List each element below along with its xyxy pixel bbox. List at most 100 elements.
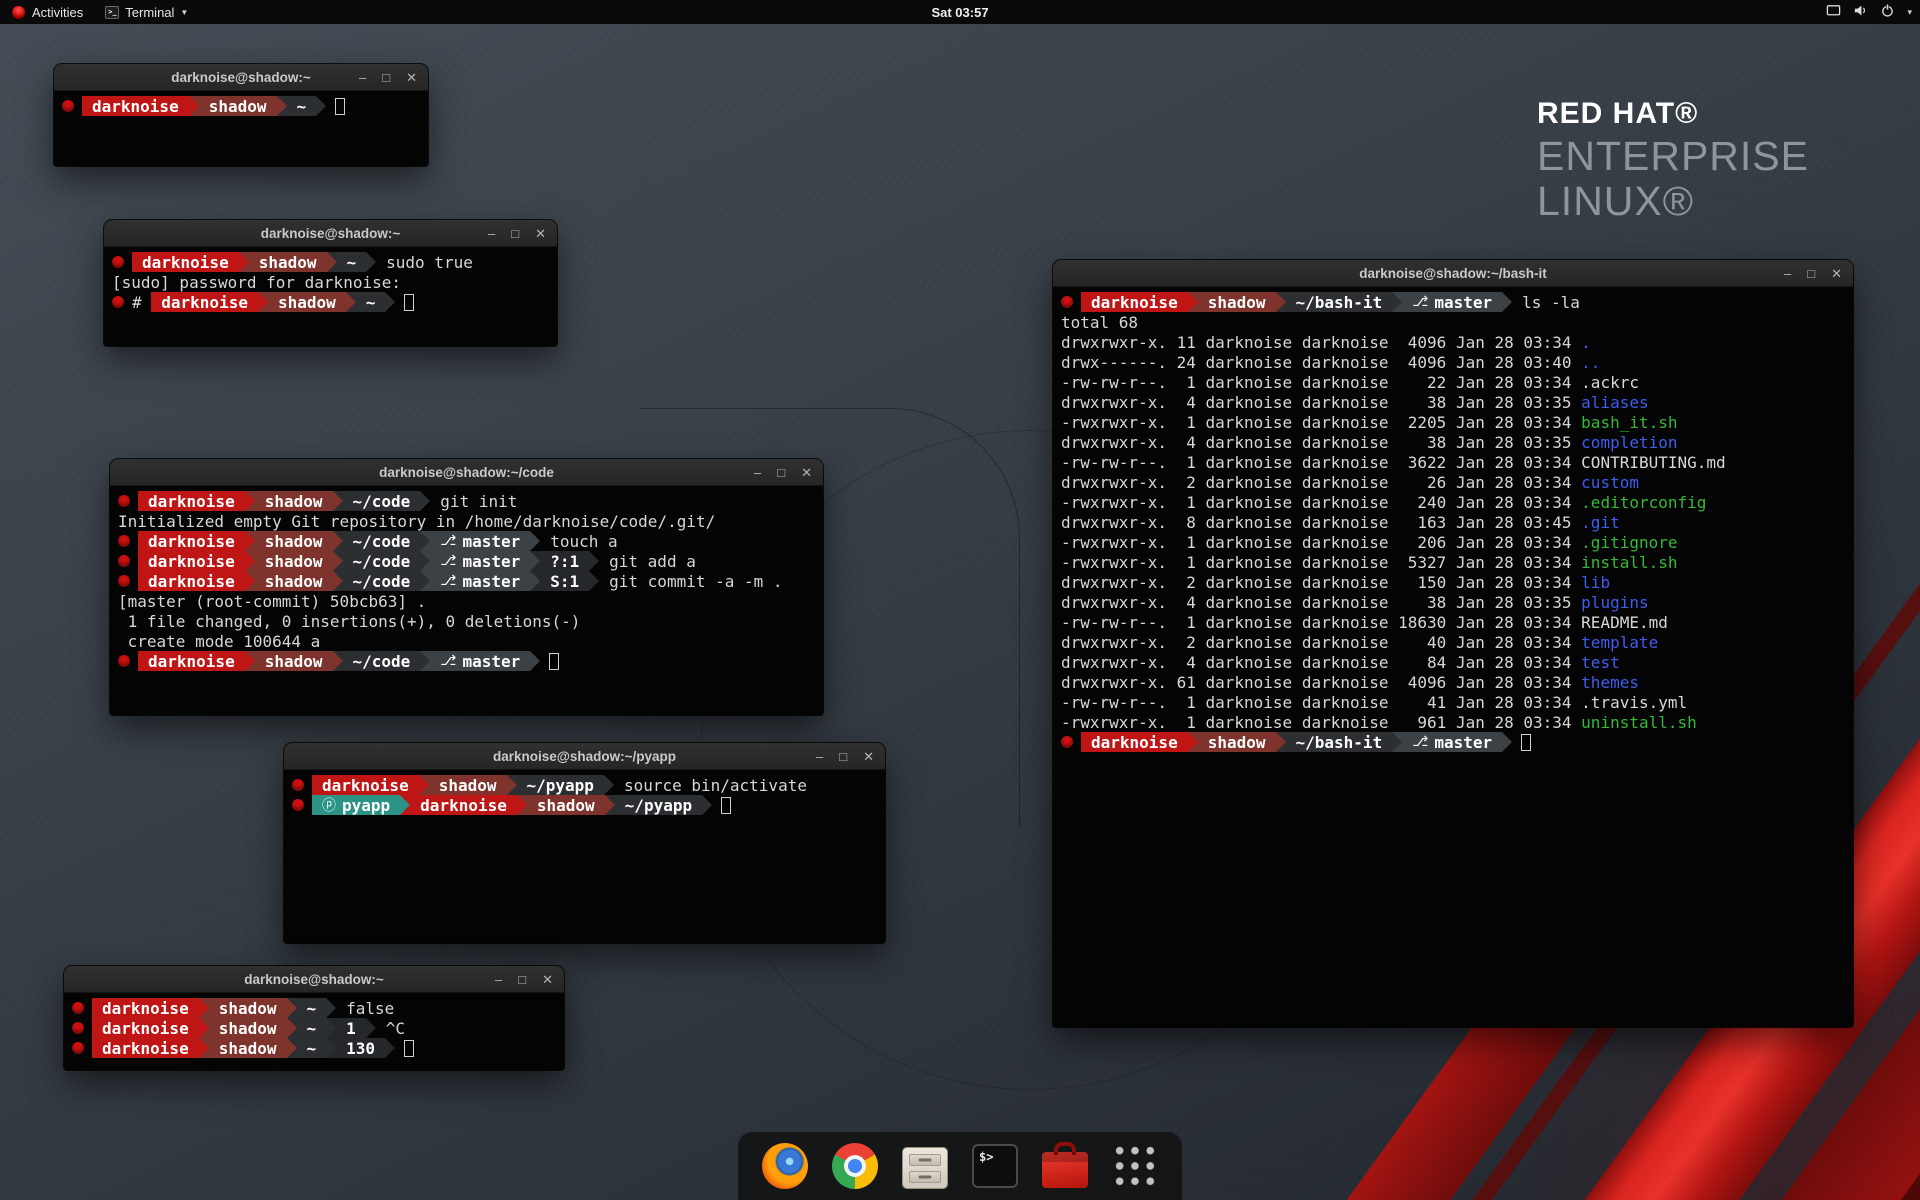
git-branch-icon: ⎇: [440, 533, 456, 549]
close-button[interactable]: ✕: [863, 750, 874, 763]
terminal-content[interactable]: darknoiseshadow~/codegit initInitialized…: [110, 486, 823, 676]
terminal-content[interactable]: darknoiseshadow~falsedarknoiseshadow~1^C…: [64, 993, 564, 1063]
maximize-button[interactable]: □: [1807, 267, 1815, 280]
powerline-arrow: [326, 1038, 336, 1058]
terminal-content[interactable]: darknoiseshadow~sudo true[sudo] password…: [104, 247, 557, 317]
terminal-window-bash-it[interactable]: darknoise@shadow:~/bash-it – □ ✕ darknoi…: [1053, 260, 1853, 1027]
prompt-segment: S:1: [540, 571, 589, 591]
prompt-segment: darknoise: [138, 491, 245, 511]
terminal-text: .: [1581, 332, 1591, 352]
window-titlebar[interactable]: darknoise@shadow:~/pyapp – □ ✕: [284, 743, 885, 770]
prompt-segment: shadow: [527, 795, 605, 815]
maximize-button[interactable]: □: [518, 973, 526, 986]
powerline-arrow: [420, 571, 430, 591]
terminal-icon-glyph: $>: [979, 1150, 993, 1164]
prompt-segment: shadow: [249, 252, 327, 272]
powerline-arrow: [1276, 732, 1286, 752]
prompt-redhat-icon: [118, 495, 130, 507]
maximize-button[interactable]: □: [777, 466, 785, 479]
prompt-segment: ~/bash-it: [1286, 292, 1393, 312]
close-button[interactable]: ✕: [406, 71, 417, 84]
maximize-button[interactable]: □: [511, 227, 519, 240]
activities-button[interactable]: Activities: [0, 0, 95, 24]
close-button[interactable]: ✕: [1831, 267, 1842, 280]
powerline-arrow: [346, 292, 356, 312]
terminal-line: darknoiseshadow~/code⎇master: [118, 651, 815, 671]
minimize-button[interactable]: –: [359, 71, 366, 84]
prompt-redhat-icon: [118, 655, 130, 667]
terminal-content[interactable]: darknoiseshadow~: [54, 91, 428, 121]
system-status-area[interactable]: ▾: [1826, 3, 1912, 21]
prompt-segment: shadow: [209, 998, 287, 1018]
close-button[interactable]: ✕: [542, 973, 553, 986]
toolbox-icon[interactable]: [1042, 1152, 1088, 1188]
terminal-text: [master (root-commit) 50bcb63] .: [118, 591, 426, 611]
app-menu-terminal[interactable]: >_ Terminal ▼: [95, 0, 198, 24]
terminal-line: darknoiseshadow~/code⎇mastertouch a: [118, 531, 815, 551]
terminal-text: .git: [1581, 512, 1620, 532]
chrome-icon[interactable]: [832, 1143, 878, 1189]
terminal-line: -rwxrwxr-x. 1 darknoise darknoise 206 Ja…: [1061, 532, 1845, 552]
minimize-button[interactable]: –: [488, 227, 495, 240]
terminal-line: [master (root-commit) 50bcb63] .: [118, 591, 815, 611]
window-titlebar[interactable]: darknoise@shadow:~ – □ ✕: [54, 64, 428, 91]
powerline-arrow: [420, 651, 430, 671]
terminal-window-code[interactable]: darknoise@shadow:~/code – □ ✕ darknoises…: [110, 459, 823, 715]
powerline-arrow: [326, 1018, 336, 1038]
powerline-arrow: [1502, 732, 1512, 752]
prompt-segment: shadow: [199, 96, 277, 116]
terminal-text: [sudo] password for darknoise:: [112, 272, 401, 292]
terminal-content[interactable]: darknoiseshadow~/bash-it⎇masterls -latot…: [1053, 287, 1853, 757]
firefox-icon[interactable]: [762, 1143, 808, 1189]
close-button[interactable]: ✕: [801, 466, 812, 479]
prompt-segment: ~: [287, 96, 317, 116]
terminal-text: drwxrwxr-x. 4 darknoise darknoise 38 Jan…: [1061, 592, 1581, 612]
terminal-text: -rw-rw-r--. 1 darknoise darknoise 22 Jan…: [1061, 372, 1581, 392]
window-titlebar[interactable]: darknoise@shadow:~/code – □ ✕: [110, 459, 823, 486]
terminal-text: drwxrwxr-x. 8 darknoise darknoise 163 Ja…: [1061, 512, 1581, 532]
window-controls: – □ ✕: [359, 64, 417, 90]
minimize-button[interactable]: –: [754, 466, 761, 479]
terminal-text: git add a: [609, 551, 696, 571]
terminal-text: plugins: [1581, 592, 1648, 612]
terminal-line: darknoiseshadow~/code⎇masterS:1git commi…: [118, 571, 815, 591]
minimize-button[interactable]: –: [1784, 267, 1791, 280]
terminal-text: drwxrwxr-x. 2 darknoise darknoise 150 Ja…: [1061, 572, 1581, 592]
maximize-button[interactable]: □: [839, 750, 847, 763]
clock[interactable]: Sat 03:57: [931, 5, 988, 20]
terminal-text: aliases: [1581, 392, 1648, 412]
terminal-text: .gitignore: [1581, 532, 1677, 552]
chrome-icon-core: [848, 1159, 862, 1173]
terminal-text: total 68: [1061, 312, 1138, 332]
terminal-line: darknoiseshadow~130: [72, 1038, 556, 1058]
prompt-segment: darknoise: [151, 292, 258, 312]
window-titlebar[interactable]: darknoise@shadow:~ – □ ✕: [104, 220, 557, 247]
minimize-button[interactable]: –: [816, 750, 823, 763]
terminal-text: create mode 100644 a: [118, 631, 320, 651]
prompt-redhat-icon: [118, 575, 130, 587]
terminal-window-home-2[interactable]: darknoise@shadow:~ – □ ✕ darknoiseshadow…: [64, 966, 564, 1070]
show-applications-icon[interactable]: [1112, 1143, 1158, 1189]
terminal-icon[interactable]: $>: [972, 1144, 1018, 1188]
git-branch-icon: ⎇: [1412, 734, 1428, 750]
powerline-arrow: [605, 795, 615, 815]
terminal-line: create mode 100644 a: [118, 631, 815, 651]
maximize-button[interactable]: □: [382, 71, 390, 84]
powerline-arrow: [385, 292, 395, 312]
terminal-window-sudo[interactable]: darknoise@shadow:~ – □ ✕ darknoise shadow…: [104, 220, 557, 346]
close-button[interactable]: ✕: [535, 227, 546, 240]
terminal-window-pyapp[interactable]: darknoise@shadow:~/pyapp – □ ✕ darknoise…: [284, 743, 885, 943]
minimize-button[interactable]: –: [495, 973, 502, 986]
terminal-window-home-1[interactable]: darknoise@shadow:~ – □ ✕ darknoiseshadow…: [54, 64, 428, 166]
terminal-text: themes: [1581, 672, 1639, 692]
prompt-redhat-icon: [292, 799, 304, 811]
window-titlebar[interactable]: darknoise@shadow:~ – □ ✕: [64, 966, 564, 993]
window-titlebar[interactable]: darknoise@shadow:~/bash-it – □ ✕: [1053, 260, 1853, 287]
terminal-line: drwxrwxr-x. 2 darknoise darknoise 150 Ja…: [1061, 572, 1845, 592]
archive-manager-icon[interactable]: [902, 1147, 948, 1189]
terminal-line: drwxrwxr-x. 8 darknoise darknoise 163 Ja…: [1061, 512, 1845, 532]
powerline-arrow: [530, 551, 540, 571]
terminal-content[interactable]: darknoiseshadow~/pyappsource bin/activat…: [284, 770, 885, 820]
terminal-text: bash_it.sh: [1581, 412, 1677, 432]
terminal-line: -rwxrwxr-x. 1 darknoise darknoise 2205 J…: [1061, 412, 1845, 432]
